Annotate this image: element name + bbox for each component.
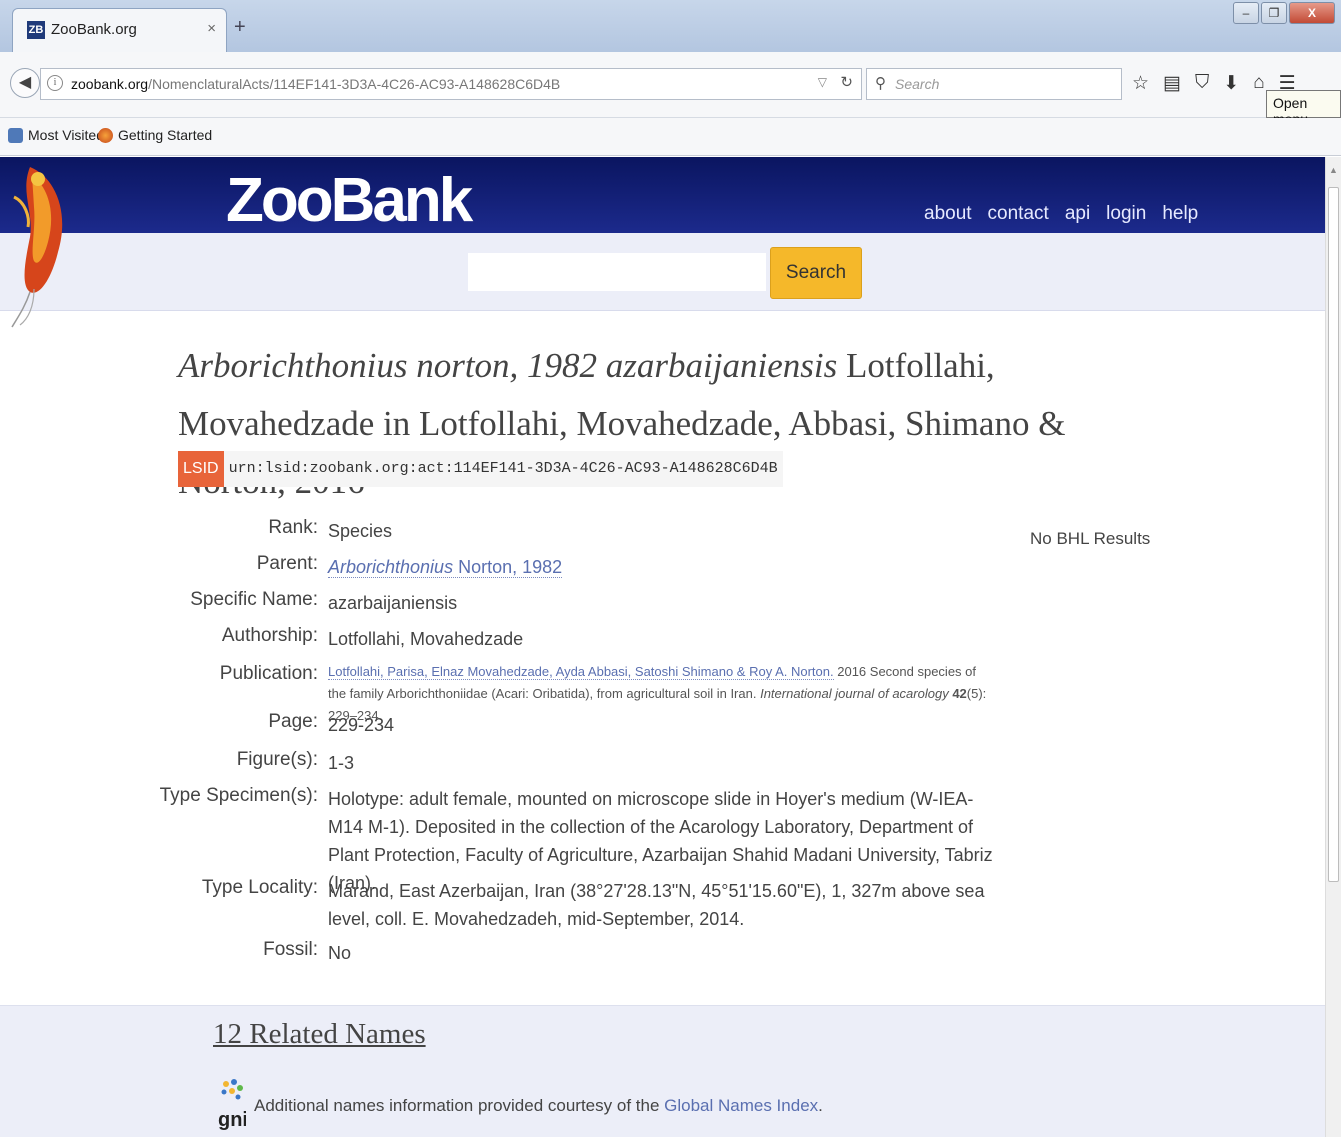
url-dropdown-icon[interactable]: ▽ — [818, 75, 827, 89]
site-search-band: Search — [0, 233, 1325, 311]
field-value: azarbaijaniensis — [328, 593, 458, 613]
nav-about[interactable]: about — [924, 203, 972, 225]
bhl-results: No BHL Results — [1030, 529, 1151, 548]
site-search-button[interactable]: Search — [770, 247, 862, 299]
publication-journal: International journal of acarology — [760, 686, 949, 701]
page-content: ZooBank about contact api login help Sea… — [0, 157, 1325, 1137]
field-label: Specific Name: — [190, 589, 318, 610]
parent-genus: Arborichthonius — [328, 557, 454, 577]
parent-author: Norton, 1982 — [453, 557, 563, 577]
most-visited-icon — [8, 127, 23, 143]
parent-link[interactable]: Arborichthonius Norton, 1982 — [328, 557, 563, 578]
maximize-button[interactable]: ❐ — [1261, 2, 1287, 24]
window-close-button[interactable]: X — [1289, 2, 1335, 24]
url-host: zoobank.org — [71, 76, 149, 92]
site-header: ZooBank about contact api login help — [0, 157, 1325, 236]
navigation-toolbar: ◀ i zoobank.org/NomenclaturalActs/114EF1… — [0, 52, 1341, 118]
field-label: Type Locality: — [201, 877, 318, 898]
related-names-title[interactable]: 12 Related Names — [213, 1018, 426, 1051]
gni-after: . — [818, 1096, 823, 1115]
field-value: Species — [328, 521, 393, 541]
search-icon: ⚲ — [875, 75, 886, 92]
svg-text:gni: gni — [218, 1109, 246, 1131]
firefox-icon — [98, 127, 113, 143]
field-label: Page: — [268, 711, 318, 732]
field-value: No — [328, 943, 352, 963]
field-label: Parent: — [256, 553, 318, 574]
field-value: Arborichthonius Norton, 1982 — [328, 553, 994, 581]
field-label: Authorship: — [221, 625, 318, 646]
search-placeholder: Search — [895, 76, 940, 92]
scroll-thumb[interactable] — [1328, 187, 1339, 882]
reload-icon[interactable]: ↻ — [840, 73, 853, 91]
window-controls: – ❐ X — [1233, 2, 1335, 24]
tab-close-icon[interactable]: × — [207, 20, 216, 37]
scroll-up-arrow-icon[interactable]: ▲ — [1329, 165, 1338, 175]
address-bar[interactable]: i zoobank.org/NomenclaturalActs/114EF141… — [40, 68, 862, 100]
url-path: /NomenclaturalActs/114EF141-3D3A-4C26-AC… — [148, 76, 561, 92]
back-arrow-icon[interactable]: ◀ — [10, 68, 40, 98]
bookmark-most-visited[interactable]: Most Visited — [8, 127, 104, 143]
field-value: 229-234 — [328, 715, 395, 735]
home-icon[interactable]: ⌂ — [1253, 72, 1264, 95]
browser-tab[interactable]: ZB ZooBank.org × — [12, 8, 227, 52]
browser-search-input[interactable]: ⚲ Search — [866, 68, 1122, 100]
pocket-icon[interactable]: ⛉ — [1195, 72, 1209, 95]
field-label: Type Specimen(s): — [159, 785, 318, 806]
site-info-icon[interactable]: i — [47, 75, 63, 91]
gni-logo-icon: gni — [218, 1079, 246, 1131]
page-scrollbar[interactable]: ▲ — [1325, 157, 1341, 1137]
window-titlebar: ZB ZooBank.org × + – ❐ X — [0, 0, 1341, 52]
field-label: Rank: — [268, 517, 318, 538]
new-tab-button[interactable]: + — [234, 16, 246, 39]
open-menu-tooltip: Open menu — [1266, 90, 1341, 127]
bookmark-label: Most Visited — [28, 127, 104, 143]
bookmark-label: Getting Started — [118, 127, 213, 143]
site-search-input[interactable] — [468, 253, 766, 291]
nav-api[interactable]: api — [1065, 203, 1090, 225]
nav-help[interactable]: help — [1162, 203, 1198, 225]
publication-authors-link[interactable]: Lotfollahi, Parisa, Elnaz Movahedzade, A… — [328, 664, 834, 680]
field-value: Lotfollahi, Movahedzade — [328, 629, 524, 649]
field-label: Fossil: — [263, 939, 318, 960]
field-label: Publication: — [219, 663, 318, 684]
zoobank-favicon-icon: ZB — [27, 21, 45, 39]
download-icon[interactable]: ⬇ — [1223, 72, 1239, 95]
url-text[interactable]: zoobank.org/NomenclaturalActs/114EF141-3… — [71, 76, 560, 92]
gni-link[interactable]: Global Names Index — [664, 1096, 818, 1115]
lsid-value[interactable]: urn:lsid:zoobank.org:act:114EF141-3D3A-4… — [223, 451, 783, 487]
field-value: 1-3 — [328, 753, 355, 773]
bird-of-paradise-logo-icon — [11, 167, 63, 328]
lsid-badge: LSID — [178, 451, 224, 487]
bookmarks-toolbar: Most Visited Getting Started — [0, 118, 1341, 156]
bookmark-star-icon[interactable]: ☆ — [1132, 72, 1149, 95]
lsid-block: LSID urn:lsid:zoobank.org:act:114EF141-3… — [178, 451, 783, 487]
field-value: Marand, East Azerbaijan, Iran (38°27'28.… — [328, 881, 985, 929]
zoobank-logo[interactable]: ZooBank — [226, 165, 473, 236]
gni-attribution: Additional names information provided co… — [254, 1096, 823, 1116]
gni-text: Additional names information provided co… — [254, 1096, 665, 1115]
minimize-button[interactable]: – — [1233, 2, 1259, 24]
field-label: Figure(s): — [236, 749, 318, 770]
publication-volume: 42 — [948, 686, 967, 701]
site-nav: about contact api login help — [924, 203, 1198, 225]
reading-list-icon[interactable]: ▤ — [1163, 72, 1181, 95]
tab-title: ZooBank.org — [51, 21, 137, 38]
nav-login[interactable]: login — [1106, 203, 1146, 225]
nav-contact[interactable]: contact — [988, 203, 1049, 225]
related-names-section: 12 Related Names gni Additional names in… — [0, 1005, 1325, 1137]
title-italic-name: Arborichthonius norton, 1982 azarbaijani… — [178, 346, 838, 385]
bookmark-getting-started[interactable]: Getting Started — [98, 127, 212, 143]
